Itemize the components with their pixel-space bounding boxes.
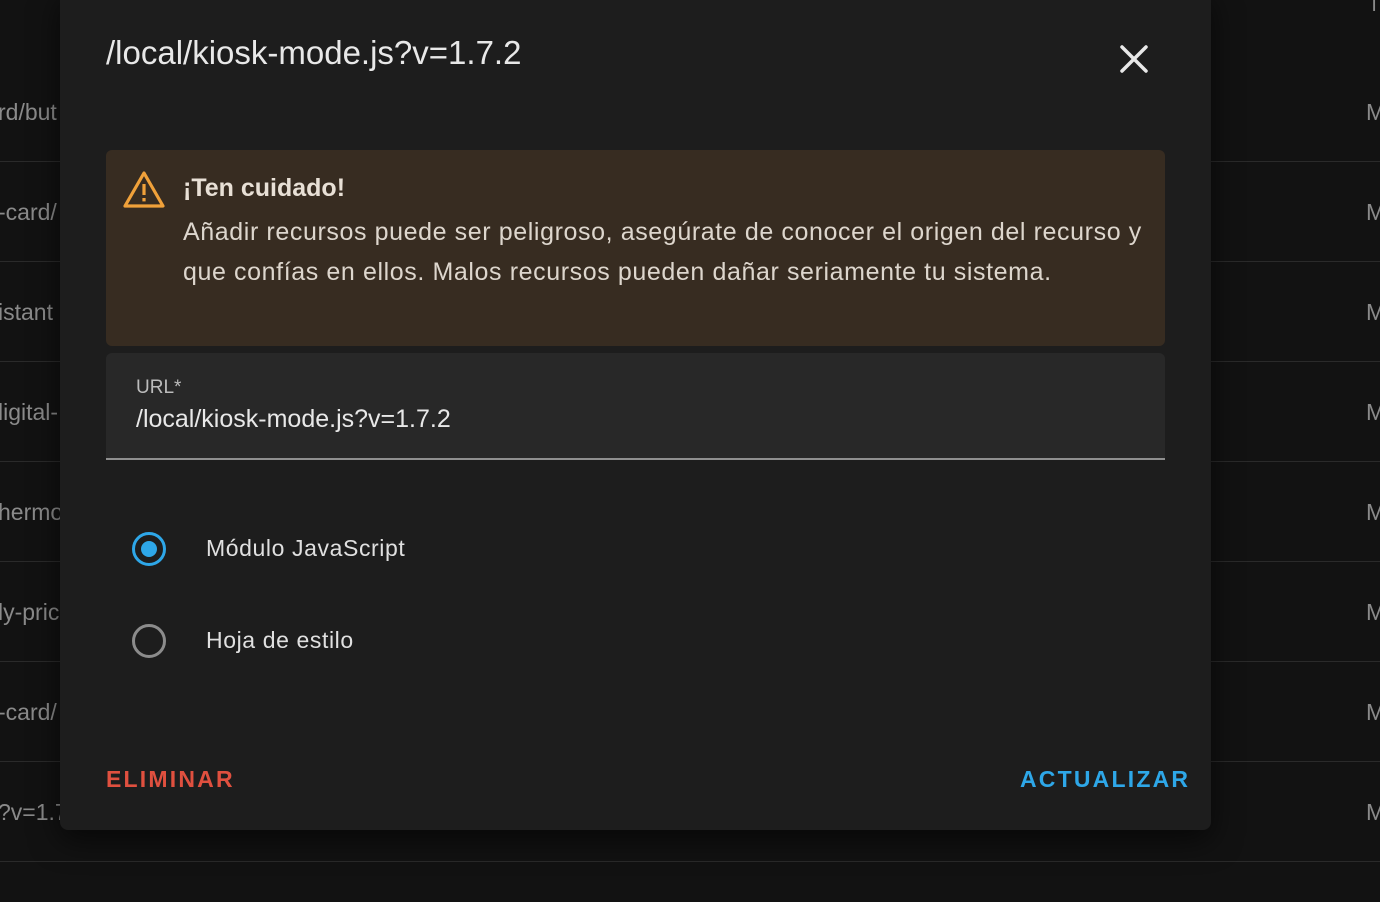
background-row-type: M (1366, 199, 1380, 225)
background-row-url: ligital- (0, 399, 59, 425)
background-row-url: ly-pric (0, 599, 60, 625)
background-row-url: istant (0, 299, 53, 325)
background-row-type: M (1366, 699, 1380, 725)
radio-option-label: Módulo JavaScript (206, 535, 406, 561)
dialog-title: /local/kiosk-mode.js?v=1.7.2 (106, 34, 522, 71)
radio-option-label: Hoja de estilo (206, 627, 354, 653)
radio-option-stylesheet[interactable]: Hoja de estilo (130, 615, 730, 675)
background-row-url: hermo (0, 499, 64, 525)
warning-icon (123, 171, 165, 208)
background-top-right-text: T (1368, 0, 1380, 16)
radio-button-unchecked[interactable] (132, 624, 166, 658)
radio-option-javascript-module[interactable]: Módulo JavaScript (130, 523, 730, 583)
background-row-type: M (1366, 799, 1380, 825)
edit-resource-dialog: /local/kiosk-mode.js?v=1.7.2 ¡Ten cuidad… (60, 0, 1211, 830)
url-field-label: URL* (136, 377, 182, 398)
background-row-type: M (1366, 299, 1380, 325)
background-row-url: rd/but (0, 99, 57, 125)
background-row-type: M (1366, 599, 1380, 625)
warning-message: Añadir recursos puede ser peligroso, ase… (183, 218, 1142, 286)
url-input[interactable] (134, 401, 1138, 437)
update-button[interactable]: ACTUALIZAR (1020, 766, 1190, 793)
warning-title: ¡Ten cuidado! (183, 174, 346, 202)
radio-button-checked[interactable] (132, 532, 166, 566)
background-row-url: -card/ (0, 699, 57, 725)
url-field[interactable]: URL* (106, 353, 1165, 460)
delete-button[interactable]: ELIMINAR (106, 766, 235, 793)
background-row-url: ?v=1.7 (0, 799, 68, 825)
background-row-type: M (1366, 399, 1380, 425)
warning-alert: ¡Ten cuidado! Añadir recursos puede ser … (106, 150, 1165, 346)
background-row-type: M (1366, 99, 1380, 125)
background-row-type: M (1366, 499, 1380, 525)
close-button[interactable] (1110, 35, 1158, 83)
close-icon (1120, 45, 1148, 73)
background-row-url: -card/ (0, 199, 57, 225)
